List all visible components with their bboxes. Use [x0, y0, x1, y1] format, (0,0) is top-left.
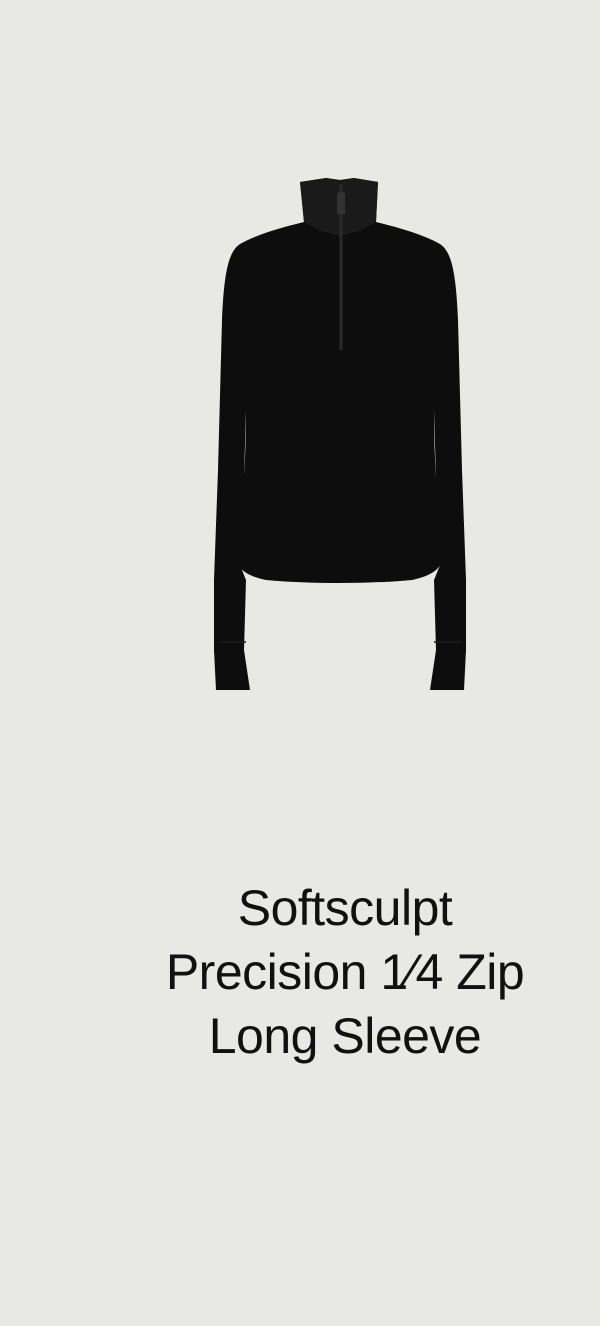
product-page: Softsculpt Precision 1⁄4 Zip Long Sleeve	[0, 0, 600, 1326]
product-title-line-1: Softsculpt	[237, 880, 453, 936]
product-card-link[interactable]: Softsculpt Precision 1⁄4 Zip Long Sleeve	[0, 0, 600, 1326]
product-title-line-2: Precision 1⁄4 Zip	[165, 944, 525, 1000]
product-image[interactable]	[150, 170, 530, 700]
product-title[interactable]: Softsculpt Precision 1⁄4 Zip Long Sleeve	[90, 876, 600, 1068]
zipper-pull	[337, 192, 345, 214]
product-title-line-3: Long Sleeve	[208, 1008, 482, 1064]
long-sleeve-quarter-zip-image	[214, 178, 466, 690]
